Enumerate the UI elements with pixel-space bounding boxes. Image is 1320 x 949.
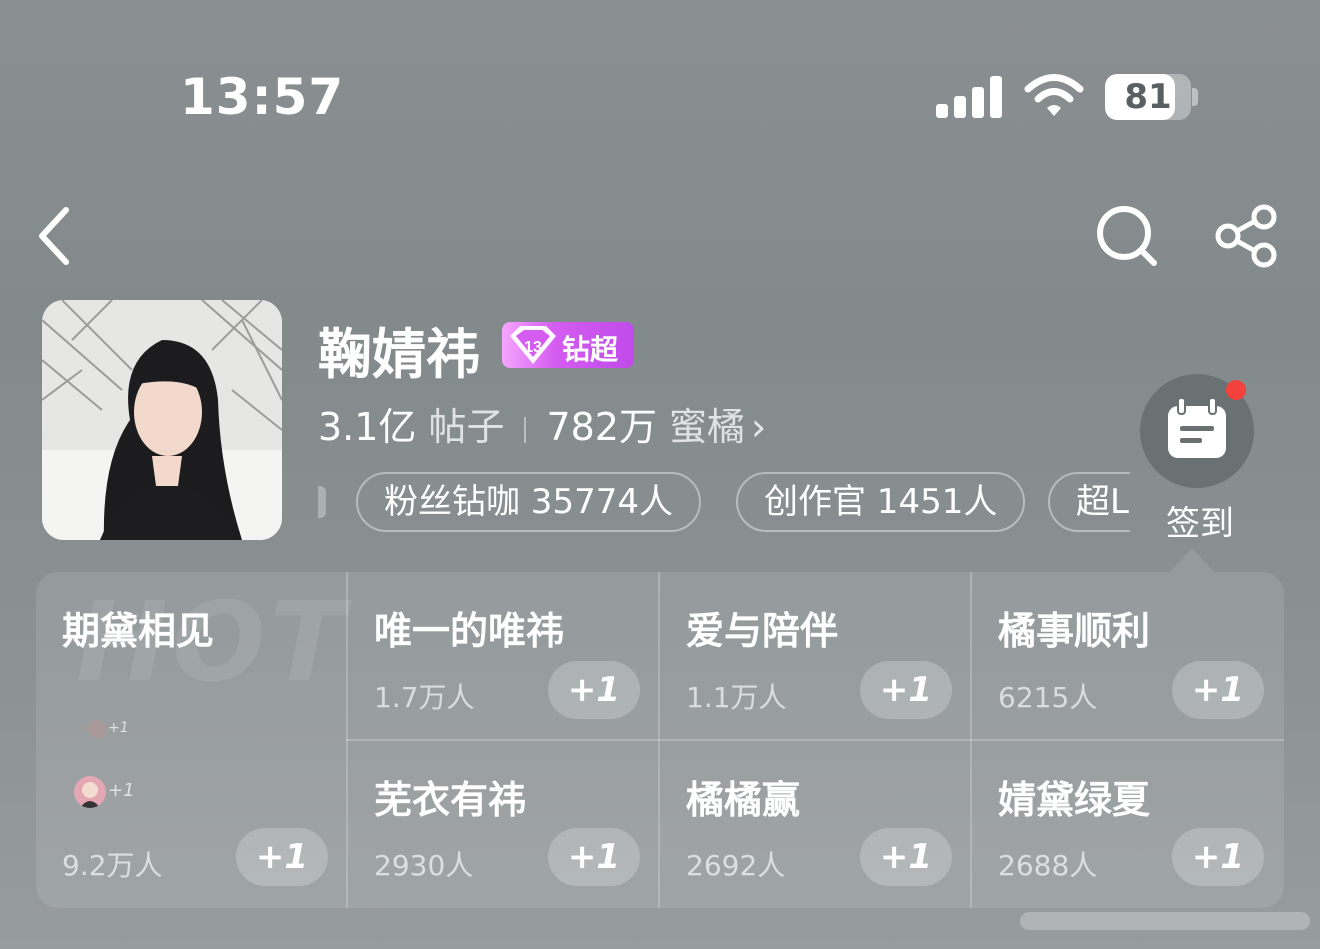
group-count: 2930人 — [374, 849, 474, 882]
join-button[interactable]: +1 — [548, 828, 640, 886]
group-card[interactable]: 婧黛绿夏 2688人 +1 — [972, 741, 1284, 908]
pill-edge — [318, 486, 326, 518]
level-badge[interactable]: 13 钻超 — [502, 322, 634, 368]
group-count: 6215人 — [998, 681, 1098, 714]
share-icon[interactable] — [1210, 200, 1280, 270]
pill-creator[interactable]: 创作官 1451人 — [736, 472, 1026, 532]
back-icon[interactable] — [28, 200, 88, 272]
group-name: 唯一的唯祎 — [374, 609, 565, 653]
checkin-label[interactable]: 签到 — [1166, 496, 1234, 545]
posts-count: 3.1亿 — [318, 405, 417, 449]
group-card[interactable]: 橘事顺利 6215人 +1 — [972, 572, 1284, 739]
tooltip-pointer — [1170, 548, 1214, 572]
group-count: 2692人 — [686, 849, 786, 882]
notification-dot — [1226, 380, 1246, 400]
fans-count: 782万 — [546, 405, 657, 449]
join-button[interactable]: +1 — [1172, 828, 1264, 886]
role-pills: 粉丝钻咖 35774人 创作官 1451人 超L — [318, 472, 1130, 534]
group-name: 期黛相见 — [62, 609, 215, 653]
status-bar: 13:57 81 — [0, 0, 1320, 200]
community-stats[interactable]: 3.1亿 帖子 782万 蜜橘 › — [318, 396, 766, 451]
posts-label: 帖子 — [428, 405, 505, 449]
svg-text:13: 13 — [524, 339, 542, 356]
join-button[interactable]: +1 — [548, 661, 640, 719]
signal-icon — [936, 76, 1002, 118]
member-avatar — [88, 720, 106, 738]
wifi-icon — [1024, 74, 1084, 116]
battery-tip — [1192, 88, 1198, 106]
group-card-featured[interactable]: 期黛相见 +1 +1 9.2万人 +1 — [36, 572, 346, 908]
pill-super[interactable]: 超L — [1048, 472, 1130, 532]
group-name: 婧黛绿夏 — [998, 778, 1151, 822]
group-name: 橘橘赢 — [686, 778, 801, 822]
member-avatar — [74, 776, 106, 808]
group-count: 1.7万人 — [374, 681, 475, 714]
search-icon[interactable] — [1092, 200, 1162, 270]
group-name: 芜衣有祎 — [374, 778, 527, 822]
status-time: 13:57 — [180, 68, 345, 126]
stats-divider — [524, 416, 527, 443]
groups-grid: HOT 期黛相见 +1 +1 9.2万人 +1 唯一的唯祎 1.7万人 +1 爱… — [36, 572, 1284, 908]
fans-label: 蜜橘 — [668, 405, 745, 449]
community-avatar[interactable] — [42, 300, 282, 540]
join-button[interactable]: +1 — [1172, 661, 1264, 719]
group-count: 1.1万人 — [686, 681, 787, 714]
join-button[interactable]: +1 — [236, 828, 328, 886]
group-card[interactable]: 橘橘赢 2692人 +1 — [660, 741, 970, 908]
chevron-right-icon: › — [751, 405, 767, 449]
battery-level: 81 — [1124, 77, 1172, 117]
diamond-icon: 13 — [510, 326, 556, 364]
group-count: 9.2万人 — [62, 849, 163, 882]
mini-plus-label: +1 — [108, 720, 129, 736]
join-button[interactable]: +1 — [860, 661, 952, 719]
group-card[interactable]: 芜衣有祎 2930人 +1 — [348, 741, 658, 908]
group-card[interactable]: 唯一的唯祎 1.7万人 +1 — [348, 572, 658, 739]
group-count: 2688人 — [998, 849, 1098, 882]
level-badge-label: 钻超 — [562, 333, 619, 366]
pill-fan-diamond[interactable]: 粉丝钻咖 35774人 — [356, 472, 701, 532]
battery-icon: 81 — [1105, 74, 1191, 120]
community-title: 鞠婧祎 — [318, 323, 480, 386]
group-name: 爱与陪伴 — [686, 609, 839, 653]
group-name: 橘事顺利 — [998, 609, 1151, 653]
join-button[interactable]: +1 — [860, 828, 952, 886]
watermark — [1020, 912, 1310, 930]
mini-plus-label: +1 — [108, 780, 135, 801]
group-card[interactable]: 爱与陪伴 1.1万人 +1 — [660, 572, 970, 739]
